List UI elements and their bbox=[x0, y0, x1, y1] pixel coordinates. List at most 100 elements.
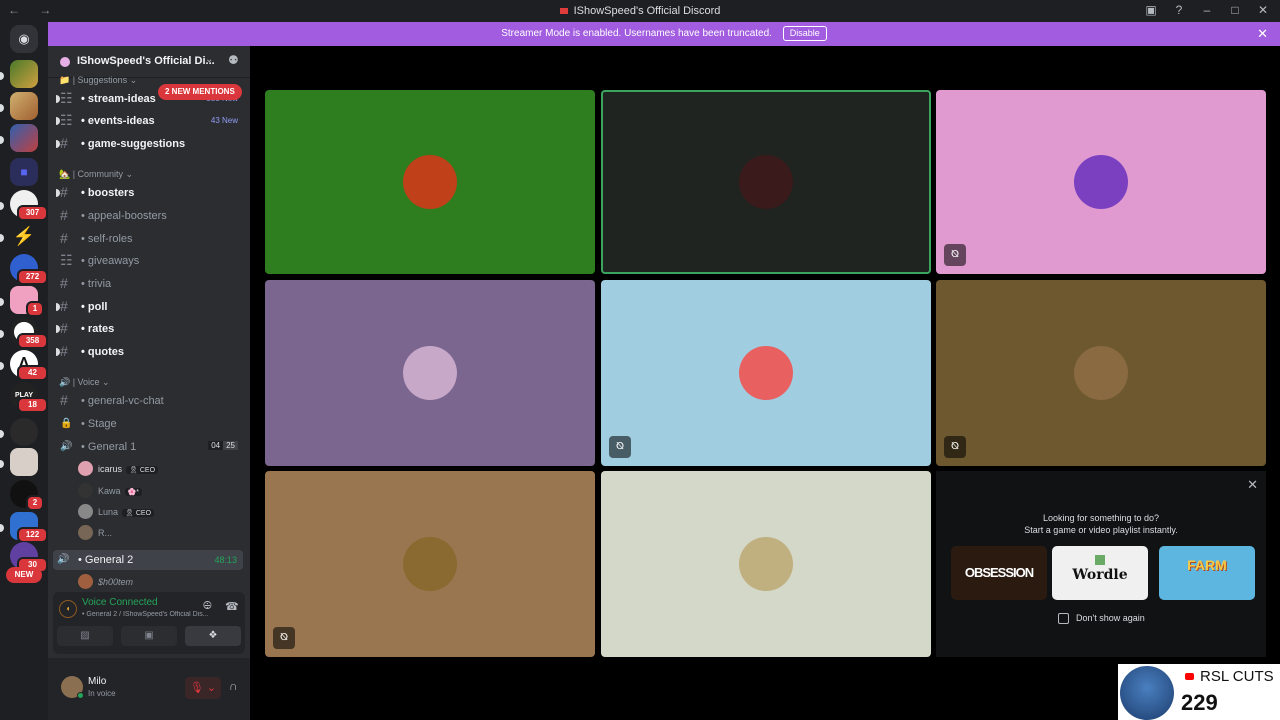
participant-tile[interactable]: ⦰ bbox=[601, 280, 931, 466]
participant-tile[interactable]: ⦰ bbox=[936, 280, 1266, 466]
help-icon[interactable]: ? bbox=[1172, 3, 1186, 17]
username[interactable]: Milo bbox=[88, 676, 106, 687]
category-voice[interactable]: 🔊 | Voice ⌄ bbox=[59, 377, 110, 388]
mute-button[interactable]: 🎙 ⌄ bbox=[185, 677, 221, 699]
status-indicator bbox=[77, 692, 84, 699]
avatar bbox=[78, 483, 93, 498]
disconnect-icon[interactable]: ☎ bbox=[225, 600, 239, 613]
mic-off-icon: ⦰ bbox=[273, 627, 295, 649]
channel-trivia[interactable]: # • trivia bbox=[56, 274, 244, 294]
server-icon[interactable] bbox=[10, 92, 38, 120]
avatar bbox=[403, 346, 457, 400]
channel-boosters[interactable]: # • boosters bbox=[56, 183, 244, 203]
chevron-down-icon[interactable]: ⌄ bbox=[205, 54, 213, 65]
unread-pip bbox=[0, 136, 4, 144]
unread-pip bbox=[0, 430, 4, 438]
participant-tile[interactable] bbox=[601, 471, 931, 657]
close-icon[interactable]: ✕ bbox=[1257, 22, 1268, 46]
participant-tile[interactable]: ⦰ bbox=[936, 90, 1266, 274]
speaker-icon: 🔊 bbox=[60, 441, 73, 452]
voice-user-name: $h00tem bbox=[98, 577, 134, 587]
camera-button[interactable]: ▨ bbox=[57, 626, 113, 646]
unread-pip bbox=[0, 330, 4, 338]
voice-connection-panel: ◖ Voice Connected • General 2 / IShowSpe… bbox=[53, 592, 245, 654]
home-button[interactable]: ◉ bbox=[10, 25, 38, 53]
channel-name: • trivia bbox=[81, 278, 112, 290]
channel-stage[interactable]: 🔒 • Stage bbox=[56, 414, 244, 434]
channel-self-roles[interactable]: # • self-roles bbox=[56, 229, 244, 249]
unread-pip bbox=[0, 460, 4, 468]
server-icon[interactable] bbox=[10, 448, 38, 476]
participant-tile[interactable]: ⦰ bbox=[265, 471, 595, 657]
server-icon[interactable]: ⚡ bbox=[10, 222, 38, 250]
channel-giveaways[interactable]: ☷ • giveaways bbox=[56, 251, 244, 271]
activity-button[interactable]: ❖ bbox=[185, 626, 241, 646]
channel-name: • Stage bbox=[81, 418, 117, 430]
activity-prompt: Looking for something to do? bbox=[1042, 513, 1160, 523]
new-mentions-pill[interactable]: 2 NEW MENTIONS bbox=[158, 84, 242, 100]
participant-tile[interactable] bbox=[601, 90, 931, 274]
participant-tile[interactable] bbox=[265, 90, 595, 274]
channel-appeal-boosters[interactable]: # • appeal-boosters bbox=[56, 206, 244, 226]
window-controls: ▣ ? – □ ✕ bbox=[1144, 3, 1270, 17]
channel-general-1[interactable]: 🔊 • General 1 04 25 bbox=[56, 437, 244, 457]
youtube-icon bbox=[1185, 673, 1194, 680]
voice-location: • General 2 / IShowSpeed's Official Dis.… bbox=[82, 611, 209, 618]
close-window-button[interactable]: ✕ bbox=[1256, 3, 1270, 17]
server-folder[interactable]: ■ bbox=[10, 158, 38, 186]
game-card-farm[interactable]: FARM bbox=[1159, 546, 1255, 600]
avatar bbox=[78, 525, 93, 540]
server-icon[interactable] bbox=[10, 418, 38, 446]
window-title-text: IShowSpeed's Official Discord bbox=[573, 5, 721, 17]
channel-general-vc-chat[interactable]: # • general-vc-chat bbox=[56, 391, 244, 411]
role-tag: 🎗 CEO bbox=[122, 509, 155, 517]
mention-badge: 42 bbox=[17, 365, 48, 381]
category-suggestions[interactable]: 📁 | Suggestions ⌄ bbox=[59, 75, 137, 86]
app-icon bbox=[559, 8, 568, 15]
mention-badge: 358 bbox=[17, 333, 48, 349]
channel-name: • self-roles bbox=[81, 233, 133, 245]
new-servers-pill[interactable]: NEW bbox=[6, 567, 42, 583]
game-card-wordle[interactable]: Wordle bbox=[1052, 546, 1148, 600]
unread-pip bbox=[0, 104, 4, 112]
channel-quotes[interactable]: # • quotes bbox=[56, 342, 244, 362]
signal-icon[interactable]: ◖ bbox=[59, 600, 77, 618]
guild-header[interactable]: IShowSpeed's Official Di... ⌄ ⚉ bbox=[48, 46, 250, 78]
channel-name: • rates bbox=[81, 323, 115, 335]
channel-name: • poll bbox=[81, 301, 108, 313]
channel-events-ideas[interactable]: ☷ • events-ideas 43 New bbox=[56, 111, 244, 131]
category-community[interactable]: 🏡 | Community ⌄ bbox=[59, 169, 133, 180]
server-icon[interactable] bbox=[10, 60, 38, 88]
minimize-button[interactable]: – bbox=[1200, 3, 1214, 17]
dont-show-again[interactable]: Don't show again bbox=[1058, 613, 1145, 625]
voice-user-name: icarus 🎗 CEO bbox=[98, 464, 159, 474]
participant-tile[interactable] bbox=[265, 280, 595, 466]
channel-poll[interactable]: # • poll bbox=[56, 297, 244, 317]
channel-sidebar: IShowSpeed's Official Di... ⌄ ⚉ 📁 | Sugg… bbox=[48, 46, 277, 720]
add-user-icon[interactable]: ⚉ bbox=[228, 53, 239, 67]
user-state: In voice bbox=[88, 689, 116, 698]
channel-name: • General 2 bbox=[78, 554, 134, 566]
voice-user-name: Luna 🎗 CEO bbox=[98, 507, 155, 517]
headset-icon[interactable]: ∩ bbox=[229, 679, 238, 693]
voice-status[interactable]: Voice Connected bbox=[82, 597, 158, 608]
checkbox[interactable] bbox=[1058, 613, 1069, 625]
game-card-obsession[interactable]: OBSESSION bbox=[951, 546, 1047, 600]
channel-general-2[interactable]: 🔊 • General 2 48:13 bbox=[53, 550, 243, 570]
unread-pip bbox=[0, 362, 4, 370]
noise-suppression-icon[interactable]: ⨸ bbox=[203, 600, 212, 613]
disable-streamer-button[interactable]: Disable bbox=[782, 26, 827, 41]
user-panel: Milo In voice 🎙 ⌄ ∩ ⚙ bbox=[48, 658, 277, 720]
maximize-button[interactable]: □ bbox=[1228, 3, 1242, 17]
window-title: IShowSpeed's Official Discord bbox=[0, 5, 1280, 17]
avatar bbox=[78, 574, 93, 589]
close-icon[interactable]: ✕ bbox=[1247, 477, 1258, 493]
hash-icon: # bbox=[60, 184, 68, 200]
server-icon[interactable] bbox=[10, 124, 38, 152]
channel-rates[interactable]: # • rates bbox=[56, 319, 244, 339]
activity-subprompt: Start a game or video playlist instantly… bbox=[1024, 525, 1178, 535]
inbox-icon[interactable]: ▣ bbox=[1144, 3, 1158, 17]
channel-game-suggestions[interactable]: # • game-suggestions bbox=[56, 134, 244, 154]
screen-share-button[interactable]: ▣ bbox=[121, 626, 177, 646]
channel-name: • appeal-boosters bbox=[81, 210, 167, 222]
